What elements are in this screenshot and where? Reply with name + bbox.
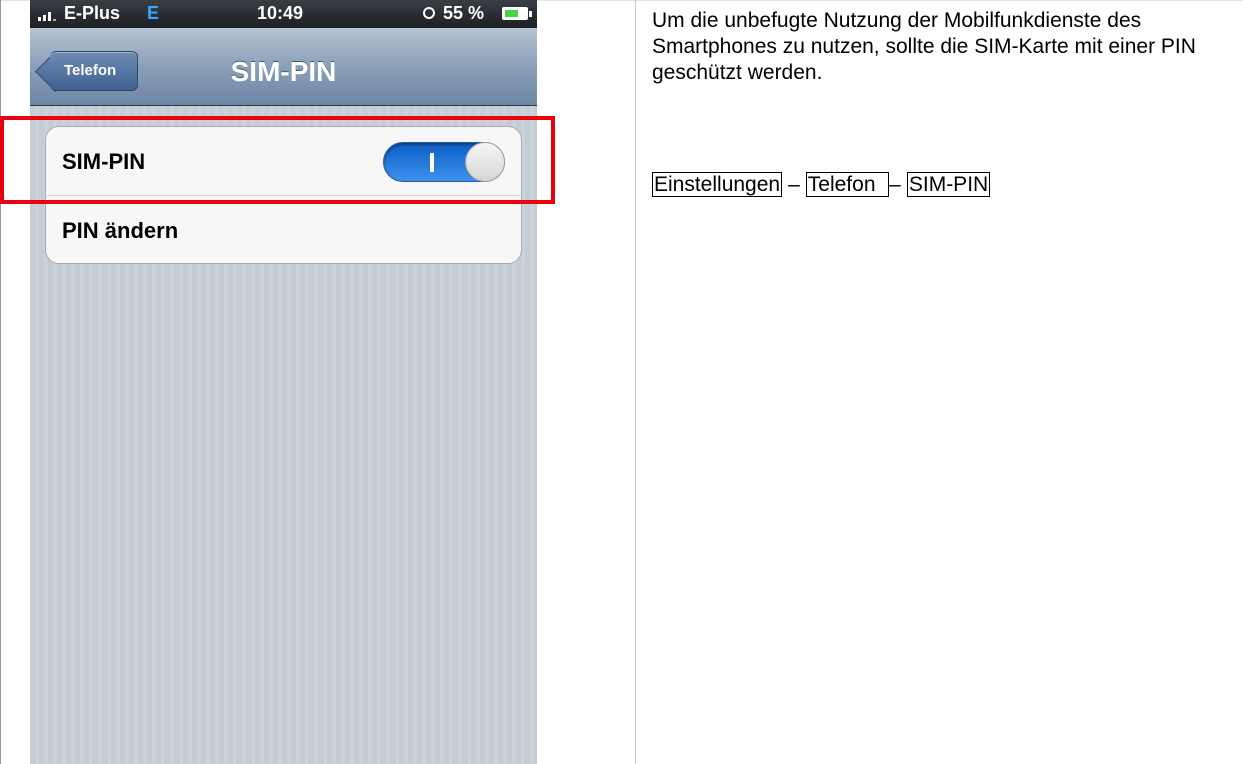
path-item-phone: Telefon	[805, 172, 890, 197]
change-pin-row[interactable]: PIN ändern	[46, 196, 521, 263]
status-time: 10:49	[257, 3, 304, 23]
path-item-settings: Einstellungen	[652, 172, 783, 197]
back-button-label: Telefon	[64, 62, 117, 79]
battery-tip	[529, 11, 532, 17]
path-item-sim-pin: SIM-PIN	[906, 172, 991, 197]
navigation-bar: Telefon SIM-PIN	[30, 28, 537, 106]
battery-icon	[502, 7, 528, 20]
signal-strength-icon	[38, 9, 60, 21]
carrier-name: E-Plus	[64, 3, 121, 23]
status-bar: E-Plus E 10:49 55 %	[30, 0, 537, 28]
path-separator: –	[788, 173, 800, 196]
phone-screenshot: E-Plus E 10:49 55 % Telefon SIM-PIN SIM-…	[30, 0, 537, 764]
highlight-annotation	[0, 116, 555, 204]
battery-percentage: 55 %	[443, 3, 485, 23]
table-column-divider	[635, 0, 636, 764]
table-left-border	[0, 0, 1, 764]
path-separator: –	[889, 173, 901, 196]
network-type: E	[147, 3, 160, 23]
alarm-clock-icon	[423, 7, 435, 19]
settings-path: Einstellungen – Telefon – SIM-PIN	[652, 172, 991, 198]
description-text: Um die unbefugte Nutzung der Mobilfunkdi…	[652, 9, 1196, 84]
change-pin-label: PIN ändern	[62, 218, 179, 243]
